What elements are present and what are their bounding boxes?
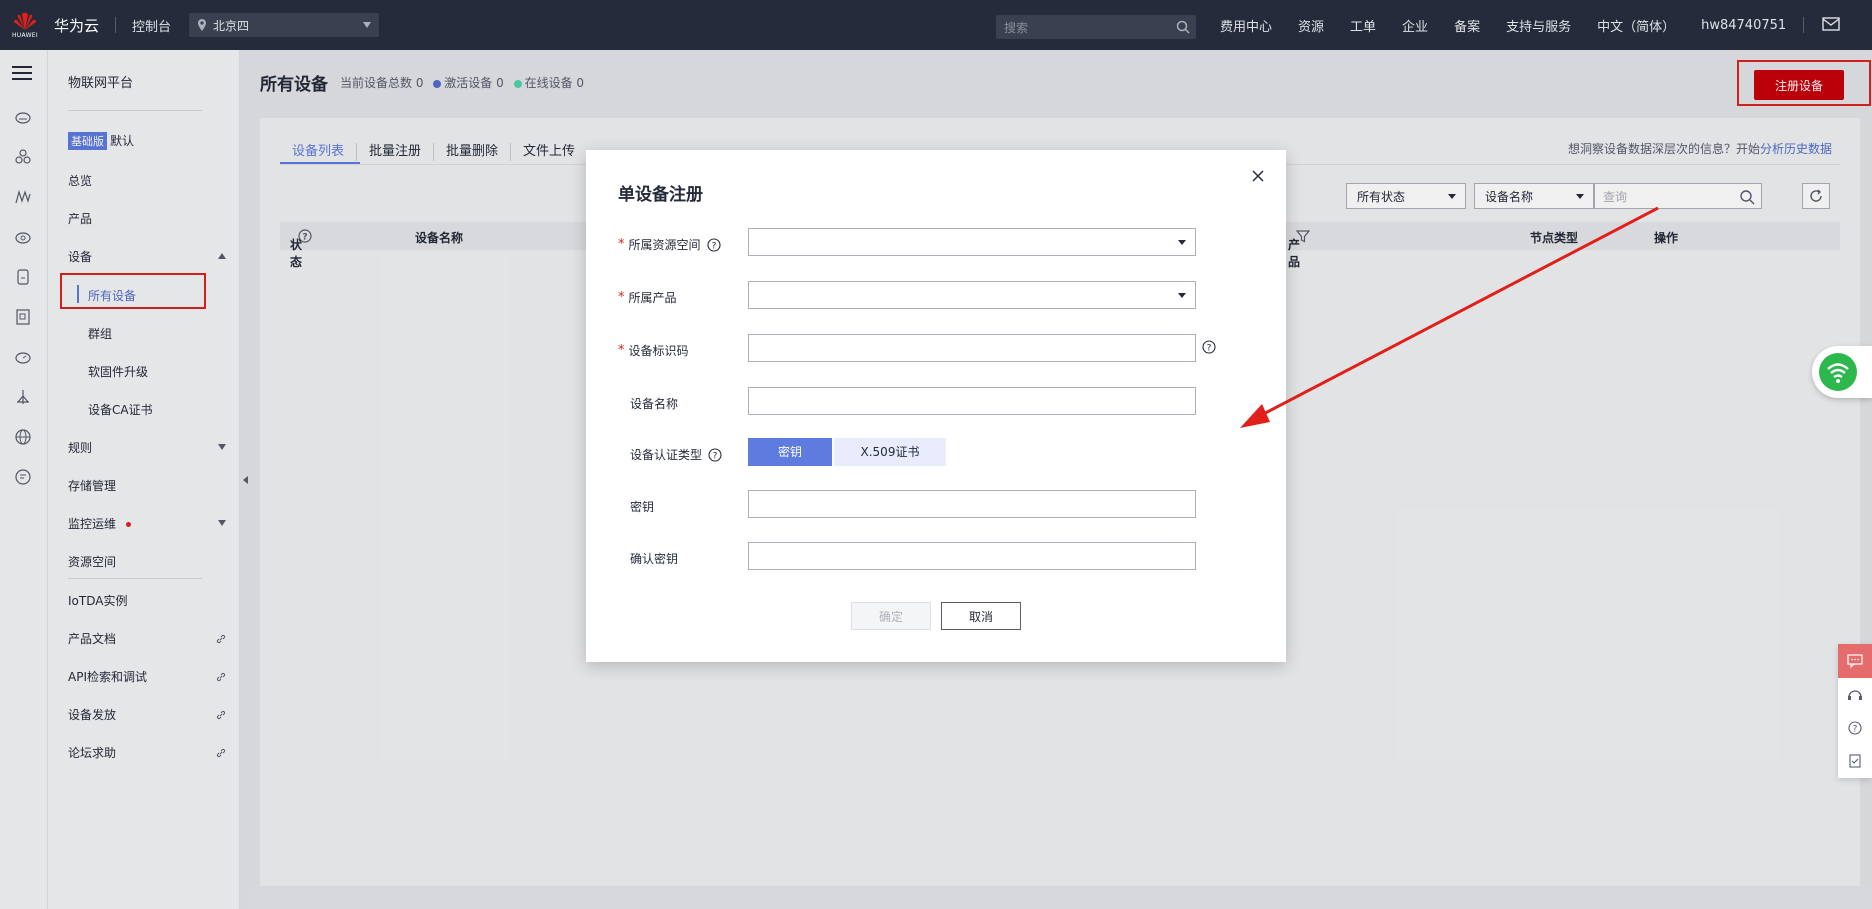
label-product: * 所属产品 (618, 290, 677, 305)
top-link-resources[interactable]: 资源 (1298, 16, 1324, 35)
label-auth-type: 设备认证类型 ? (618, 446, 722, 463)
label-device-name: 设备名称 (630, 397, 679, 411)
help-icon: ? (1848, 720, 1862, 735)
search-icon[interactable] (1176, 20, 1190, 34)
dialog-title: 单设备注册 (618, 185, 703, 205)
chevron-down-icon (1178, 240, 1186, 245)
register-device-dialog: 单设备注册 * 所属资源空间 ? * 所属产品 * 设备标识码 ? 设备名称 设备认证… (586, 150, 1286, 662)
help-button[interactable]: ? (1838, 711, 1872, 744)
confirm-button[interactable]: 确定 (851, 602, 931, 630)
headset-icon (1848, 689, 1862, 700)
help-icon[interactable]: ? (1202, 340, 1216, 354)
divider (115, 17, 117, 33)
top-link-billing[interactable]: 费用中心 (1220, 16, 1272, 35)
svg-text:?: ? (713, 451, 718, 461)
logo-text: HUAWEI (12, 32, 38, 39)
svg-text:?: ? (1853, 724, 1858, 734)
feedback-icon (1849, 753, 1861, 768)
label-device-id: * 设备标识码 (618, 343, 689, 358)
confirm-secret-input[interactable] (748, 542, 1196, 570)
chat-button[interactable] (1838, 644, 1872, 678)
svg-text:?: ? (1207, 344, 1212, 354)
top-link-account[interactable]: hw84740751 (1701, 18, 1786, 33)
required-mark: * (618, 290, 625, 305)
region-selector[interactable]: 北京四 (189, 13, 380, 37)
product-select[interactable] (748, 281, 1196, 309)
secret-input[interactable] (748, 490, 1196, 518)
divider (1803, 17, 1804, 33)
cancel-button[interactable]: 取消 (941, 602, 1021, 630)
chevron-down-icon (363, 22, 372, 28)
close-icon[interactable] (1250, 168, 1266, 184)
brand-name[interactable]: 华为云 (54, 15, 99, 36)
resource-space-select[interactable] (748, 228, 1196, 256)
auth-type-toggle: 密钥 X.509证书 (748, 438, 946, 466)
huawei-logo[interactable]: HUAWEI (0, 0, 50, 50)
location-pin-icon (198, 19, 207, 31)
top-link-support[interactable]: 支持与服务 (1506, 16, 1571, 35)
chat-icon (1847, 654, 1863, 668)
device-id-input[interactable] (748, 334, 1196, 362)
floating-toolbar: ? (1838, 644, 1872, 778)
huawei-flower-icon (14, 12, 36, 30)
required-mark: * (618, 237, 625, 252)
search-placeholder: 搜索 (1004, 20, 1029, 35)
mail-icon[interactable] (1822, 16, 1840, 32)
region-label: 北京四 (213, 18, 250, 33)
required-mark: * (618, 343, 625, 358)
label-resource-space: * 所属资源空间 ? (618, 236, 721, 253)
auth-option-secret[interactable]: 密钥 (748, 438, 832, 466)
console-link[interactable]: 控制台 (132, 16, 171, 35)
help-icon[interactable]: ? (706, 237, 721, 252)
auth-option-x509[interactable]: X.509证书 (834, 438, 946, 466)
help-icon[interactable]: ? (708, 447, 722, 462)
label-confirm-secret: 确认密钥 (630, 552, 679, 566)
service-button[interactable] (1838, 678, 1872, 711)
top-navbar: HUAWEI 华为云 控制台 北京四 搜索 费用中心 资源 工单 企业 备案 支… (0, 0, 1872, 50)
top-link-enterprise[interactable]: 企业 (1402, 16, 1428, 35)
top-link-filing[interactable]: 备案 (1454, 16, 1480, 35)
svg-text:?: ? (711, 241, 716, 251)
top-links: 费用中心 资源 工单 企业 备案 支持与服务 中文（简体） hw84740751 (1220, 0, 1812, 50)
top-link-tickets[interactable]: 工单 (1350, 16, 1376, 35)
floating-assistant[interactable] (1812, 346, 1872, 398)
chevron-down-icon (1178, 293, 1186, 298)
feedback-button[interactable] (1838, 744, 1872, 777)
global-search-input[interactable]: 搜索 (996, 15, 1196, 39)
label-secret: 密钥 (630, 500, 655, 514)
top-link-language[interactable]: 中文（简体） (1597, 16, 1675, 35)
wifi-icon (1819, 353, 1857, 391)
device-name-input[interactable] (748, 387, 1196, 415)
